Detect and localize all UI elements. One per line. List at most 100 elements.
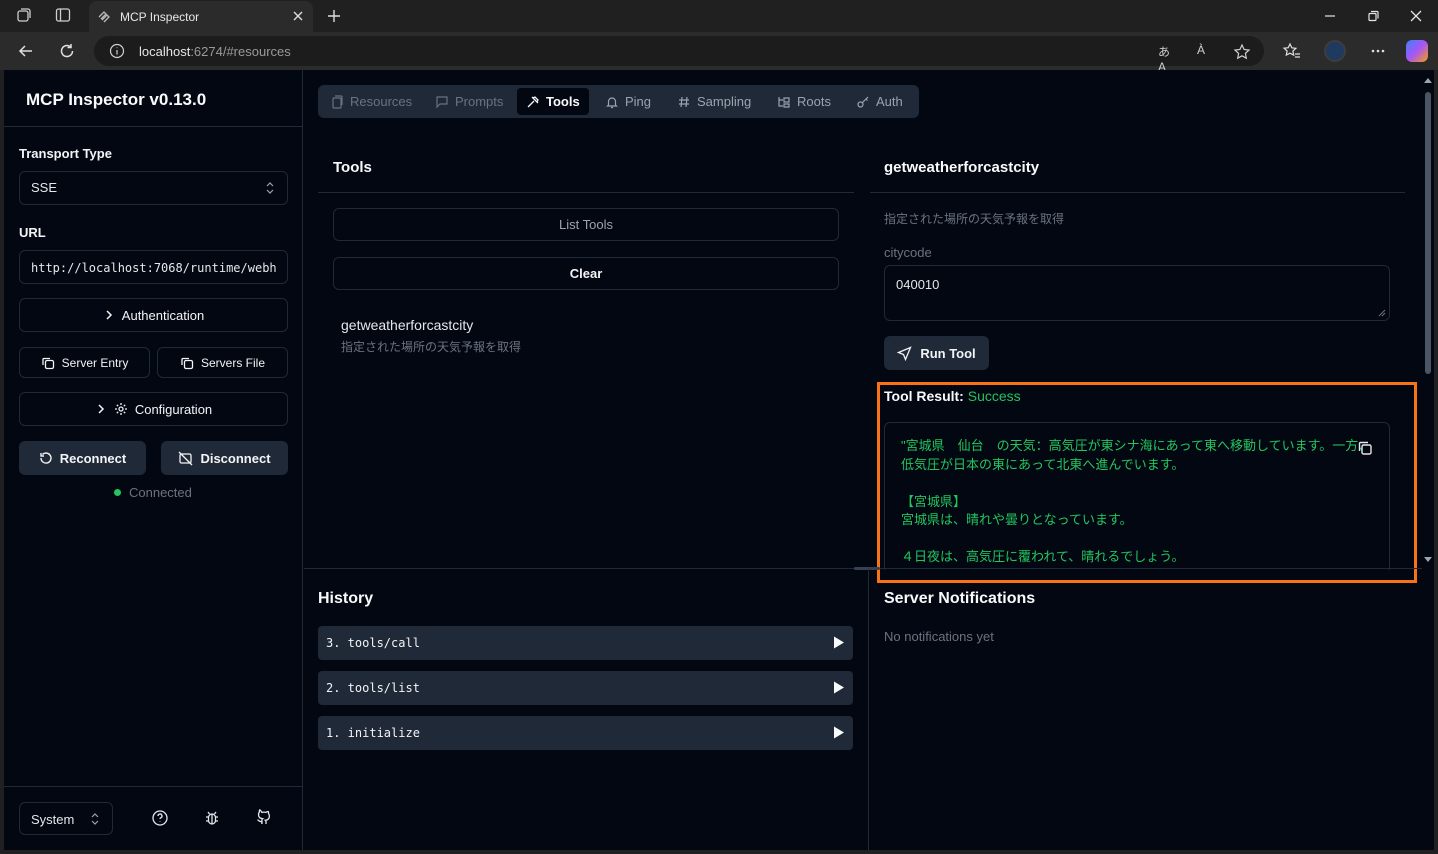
scroll-down-icon[interactable] — [1423, 554, 1433, 564]
github-icon[interactable] — [255, 809, 273, 827]
site-info-icon[interactable] — [109, 43, 125, 59]
tab-label: Sampling — [697, 94, 752, 109]
browser-tab[interactable]: MCP Inspector — [89, 1, 313, 32]
theme-select[interactable]: System — [19, 802, 113, 835]
close-tab-icon[interactable] — [291, 9, 305, 23]
refresh-icon[interactable] — [57, 41, 77, 61]
new-tab-icon[interactable] — [324, 6, 344, 26]
clear-button[interactable]: Clear — [333, 257, 839, 290]
main-tabs: Resources Prompts Tools Ping Sampling Ro… — [318, 85, 919, 118]
play-triangle-icon — [833, 636, 845, 649]
tab-sampling[interactable]: Sampling — [668, 88, 760, 115]
disconnect-label: Disconnect — [200, 450, 271, 466]
list-tools-label: List Tools — [559, 217, 613, 232]
tab-title: MCP Inspector — [120, 10, 200, 24]
hash-icon — [677, 95, 691, 109]
configuration-label: Configuration — [134, 401, 213, 417]
transport-type-select[interactable]: SSE — [19, 171, 288, 205]
disconnect-button[interactable]: Disconnect — [161, 441, 288, 475]
favorite-star-icon[interactable] — [1233, 43, 1251, 61]
address-bar[interactable]: localhost:6274/#resources あA À — [94, 36, 1264, 74]
profile-avatar[interactable] — [1324, 40, 1346, 62]
resize-handle-icon[interactable] — [1378, 309, 1386, 317]
scrollbar-thumb[interactable] — [1425, 92, 1431, 374]
divider — [870, 192, 1405, 193]
transport-type-label: Transport Type — [19, 146, 112, 161]
more-menu-icon[interactable] — [1368, 41, 1388, 61]
status-dot — [114, 489, 121, 496]
scrollbar[interactable] — [1422, 70, 1434, 850]
files-icon — [330, 94, 344, 109]
chevron-updown-icon — [265, 181, 275, 195]
read-aloud-icon[interactable]: À — [1197, 43, 1215, 61]
tab-auth[interactable]: Auth — [847, 88, 912, 115]
bug-icon[interactable] — [203, 809, 221, 827]
restore-icon[interactable] — [1363, 6, 1383, 26]
workspaces-icon[interactable] — [15, 6, 35, 26]
history-item[interactable]: 3. tools/call — [318, 626, 853, 660]
tool-description: 指定された場所の天気予報を取得 — [341, 340, 522, 354]
tool-detail-description: 指定された場所の天気予報を取得 — [884, 212, 1065, 226]
tab-tools[interactable]: Tools — [517, 88, 589, 115]
divider — [868, 569, 869, 850]
divider — [4, 786, 302, 787]
sidebar: MCP Inspector v0.13.0 Transport Type SSE… — [4, 70, 303, 850]
citycode-label: citycode — [884, 245, 932, 260]
message-icon — [435, 95, 449, 109]
translate-icon[interactable]: あA — [1158, 43, 1176, 74]
citycode-value: 040010 — [896, 277, 940, 292]
transport-type-value: SSE — [31, 180, 58, 195]
reconnect-label: Reconnect — [59, 450, 127, 466]
history-item-label: 3. tools/call — [326, 636, 420, 650]
minimize-icon[interactable] — [1320, 6, 1340, 26]
url-input[interactable]: http://localhost:7068/runtime/webh — [19, 250, 288, 284]
url-text: localhost:6274/#resources — [139, 44, 291, 59]
servers-file-button[interactable]: Servers File — [157, 347, 288, 378]
authentication-label: Authentication — [121, 307, 205, 323]
mcp-favicon-icon — [96, 9, 112, 25]
tab-label: Ping — [625, 94, 652, 109]
back-icon[interactable] — [16, 41, 36, 61]
copilot-icon[interactable] — [1406, 40, 1428, 62]
server-entry-label: Server Entry — [61, 355, 129, 370]
history-item-label: 2. tools/list — [326, 681, 420, 695]
scroll-up-icon[interactable] — [1423, 76, 1433, 86]
history-item[interactable]: 1. initialize — [318, 716, 853, 750]
tab-ping[interactable]: Ping — [596, 88, 660, 115]
list-tools-button[interactable]: List Tools — [333, 208, 839, 241]
close-window-icon[interactable] — [1406, 6, 1426, 26]
key-icon — [856, 95, 870, 109]
configuration-button[interactable]: Configuration — [19, 392, 288, 426]
tab-resources[interactable]: Resources — [321, 88, 421, 115]
tab-label: Prompts — [455, 94, 504, 109]
folder-tree-icon — [777, 95, 791, 109]
url-label: URL — [19, 225, 46, 240]
server-entry-button[interactable]: Server Entry — [19, 347, 150, 378]
highlight-box — [877, 382, 1417, 583]
tab-label: Tools — [546, 94, 580, 109]
run-tool-button[interactable]: Run Tool — [884, 336, 989, 370]
server-notifications-title: Server Notifications — [884, 590, 1036, 607]
help-icon[interactable] — [151, 809, 169, 827]
citycode-input[interactable]: 040010 — [884, 265, 1390, 321]
favorites-icon[interactable] — [1282, 41, 1302, 61]
no-notifications-text: No notifications yet — [884, 629, 994, 644]
gear-icon — [114, 402, 128, 416]
tab-label: Roots — [797, 94, 831, 109]
mcp-inspector-app: MCP Inspector v0.13.0 Transport Type SSE… — [4, 70, 1434, 850]
chevron-updown-icon — [90, 812, 100, 826]
tab-roots[interactable]: Roots — [768, 88, 840, 115]
tool-detail-title: getweatherforcastcity — [884, 159, 1040, 176]
resize-handle[interactable] — [854, 567, 880, 570]
reconnect-button[interactable]: Reconnect — [19, 441, 146, 475]
hammer-icon — [526, 95, 540, 109]
authentication-button[interactable]: Authentication — [19, 298, 288, 332]
tab-prompts[interactable]: Prompts — [426, 88, 512, 115]
divider — [318, 192, 854, 193]
tab-actions-icon[interactable] — [54, 6, 74, 26]
rotate-ccw-icon — [39, 451, 53, 465]
status-text: Connected — [129, 485, 192, 500]
history-title: History — [318, 590, 374, 607]
chevron-right-icon — [95, 403, 107, 415]
history-item[interactable]: 2. tools/list — [318, 671, 853, 705]
